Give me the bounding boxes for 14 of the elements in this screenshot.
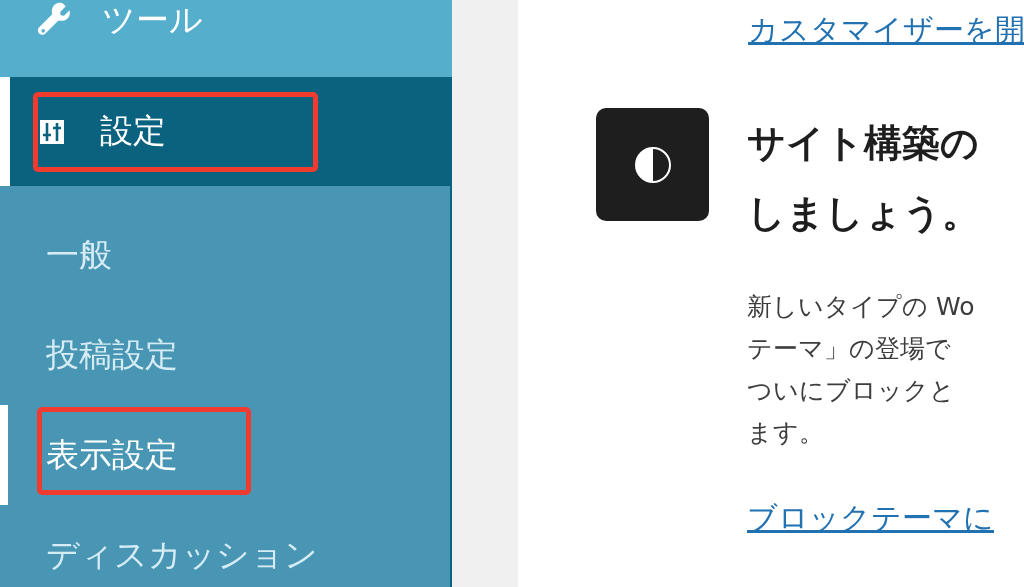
sliders-icon	[40, 119, 64, 144]
menu-item[interactable]: ツール	[0, 0, 452, 77]
submenu-item[interactable]: 表示設定	[0, 405, 450, 505]
menu-label[interactable]: 設定	[100, 113, 166, 150]
menu-label[interactable]: ツール	[102, 2, 203, 39]
contrast-icon	[632, 144, 673, 185]
submenu-item[interactable]: 投稿設定	[0, 305, 450, 405]
block-theme-link[interactable]: ブロックテーマに	[747, 500, 994, 535]
customizer-link[interactable]: カスタマイザーを開	[748, 12, 1024, 48]
menu-item[interactable]: 設定	[0, 77, 452, 186]
card-heading: サイト構築の しましょう。	[747, 120, 981, 237]
submenu-item[interactable]: ディスカッション	[0, 505, 450, 587]
card-description: 新しいタイプの Wo テーマ」の登場で ついにブロックと ます。	[747, 291, 976, 449]
submenu-item[interactable]: 一般	[0, 205, 450, 305]
